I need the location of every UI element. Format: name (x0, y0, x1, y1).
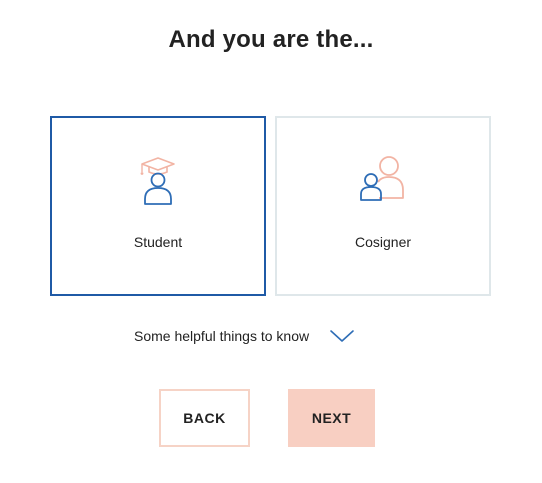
next-button[interactable]: NEXT (288, 389, 375, 447)
cosigner-people-icon (360, 156, 404, 201)
helpful-things-label: Some helpful things to know (134, 328, 310, 344)
page-title: And you are the... (168, 26, 374, 53)
option-cosigner-card[interactable]: Cosigner (275, 116, 491, 296)
student-graduate-icon (140, 157, 175, 205)
option-cosigner-label: Cosigner (354, 234, 412, 250)
helpful-things-toggle[interactable]: Some helpful things to know (134, 326, 355, 346)
option-student-label: Student (133, 234, 183, 250)
option-student-card[interactable]: Student (50, 116, 266, 296)
chevron-down-icon[interactable] (329, 328, 355, 344)
back-button[interactable]: BACK (159, 389, 250, 447)
